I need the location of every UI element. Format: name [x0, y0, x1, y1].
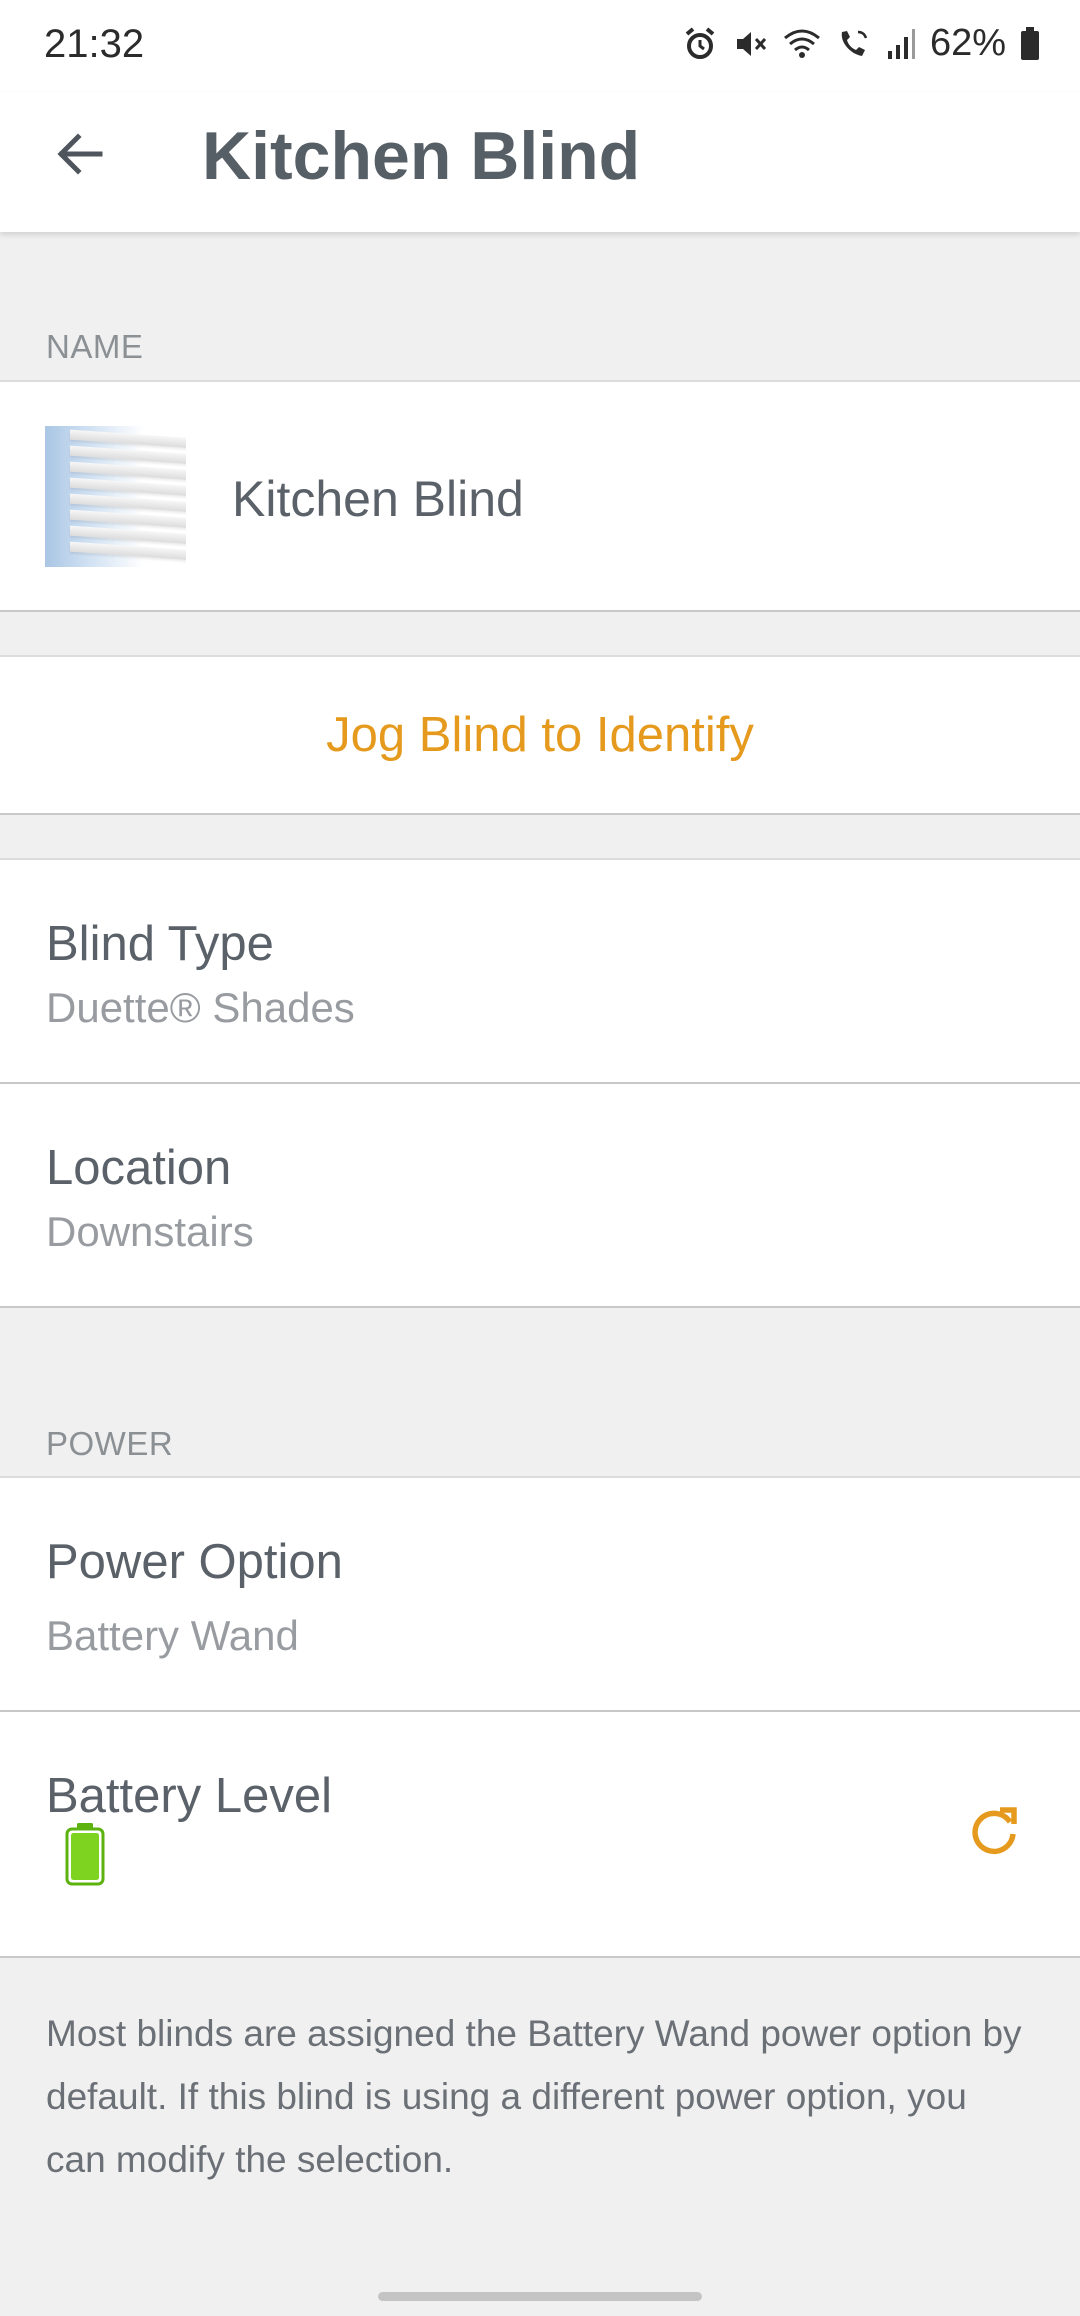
signal-icon [886, 27, 916, 61]
back-button[interactable] [44, 120, 116, 192]
arrow-left-icon [54, 128, 106, 185]
refresh-icon [966, 1804, 1022, 1865]
jog-card: Jog Blind to Identify [0, 655, 1080, 815]
page-title: Kitchen Blind [202, 118, 641, 194]
app-bar: Kitchen Blind [0, 92, 1080, 232]
blind-type-value: Duette® Shades [46, 984, 355, 1031]
alarm-icon [682, 26, 718, 62]
blind-type-row[interactable]: Blind Type Duette® Shades [0, 858, 1080, 1084]
blind-name: Kitchen Blind [232, 471, 524, 527]
power-option-value: Battery Wand [46, 1612, 299, 1659]
blind-thumbnail [45, 426, 186, 567]
battery-percent: 62% [929, 22, 1006, 64]
status-icons: 62% [682, 22, 1040, 65]
location-value: Downstairs [46, 1208, 254, 1255]
power-option-title: Power Option [46, 1535, 343, 1589]
section-label-power: POWER [46, 1425, 174, 1462]
status-bar: 21:32 62% [0, 0, 1080, 92]
status-time: 21:32 [44, 22, 145, 66]
section-label-name: NAME [46, 328, 144, 365]
jog-blind-button[interactable]: Jog Blind to Identify [0, 657, 1080, 813]
battery-level-row: Battery Level [0, 1712, 1080, 1958]
location-row[interactable]: Location Downstairs [0, 1084, 1080, 1308]
battery-level-title: Battery Level [46, 1769, 332, 1823]
power-footnote: Most blinds are assigned the Battery Wan… [46, 2013, 1022, 2180]
blind-type-title: Blind Type [46, 917, 274, 971]
name-row[interactable]: Kitchen Blind [0, 380, 1080, 612]
power-option-row[interactable]: Power Option Battery Wand [0, 1476, 1080, 1712]
refresh-button[interactable] [962, 1802, 1026, 1866]
wifi-icon [782, 26, 822, 62]
location-title: Location [46, 1141, 232, 1195]
wifi-calling-icon [836, 26, 872, 62]
battery-level-icon [64, 1822, 106, 1886]
battery-icon [1020, 26, 1040, 61]
home-indicator[interactable] [378, 2292, 702, 2301]
mute-icon [732, 26, 768, 62]
